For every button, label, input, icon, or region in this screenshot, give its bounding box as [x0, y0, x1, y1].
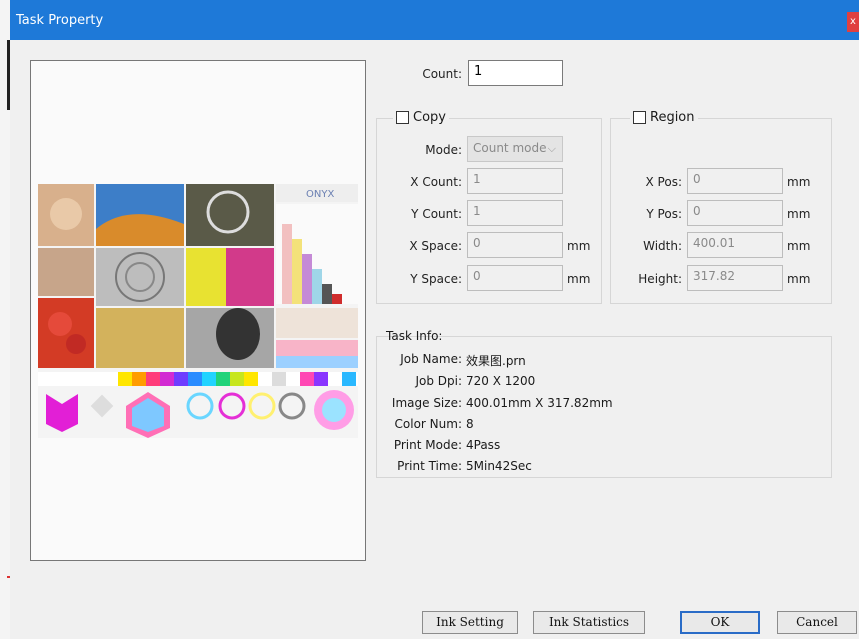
background-window-edge: [0, 0, 10, 639]
cancel-button[interactable]: Cancel: [777, 611, 857, 634]
y-space-label: Y Space:: [410, 272, 462, 286]
ink-setting-button[interactable]: Ink Setting: [422, 611, 518, 634]
x-pos-unit: mm: [787, 175, 811, 189]
y-space-unit: mm: [567, 272, 591, 286]
info-row-image-size: Image Size: 400.01mm X 317.82mm: [376, 396, 613, 410]
width-unit: mm: [787, 239, 811, 253]
task-property-dialog: ONYX Count: 1 Copy Mode: Count mode ⌵ X …: [10, 40, 859, 639]
width-label: Width:: [643, 239, 682, 253]
info-value: 400.01mm X 317.82mm: [466, 396, 613, 410]
y-pos-unit: mm: [787, 207, 811, 221]
region-group-title[interactable]: Region: [630, 110, 698, 125]
info-row-color-num: Color Num: 8: [376, 417, 474, 431]
info-key: Print Time:: [397, 459, 462, 473]
preview-thumbnail: ONYX: [38, 184, 358, 438]
window-title: Task Property: [16, 13, 104, 28]
y-count-input[interactable]: 1: [467, 200, 563, 226]
region-checkbox[interactable]: [633, 111, 646, 124]
info-value: 5Min42Sec: [466, 459, 532, 473]
info-row-print-mode: Print Mode: 4Pass: [376, 438, 500, 452]
info-row-job-dpi: Job Dpi: 720 X 1200: [376, 374, 535, 388]
info-value: 4Pass: [466, 438, 501, 452]
copy-label: Copy: [413, 110, 446, 125]
mode-label: Mode:: [425, 143, 462, 157]
region-label: Region: [650, 110, 695, 125]
copy-checkbox[interactable]: [396, 111, 409, 124]
count-label: Count:: [422, 67, 462, 81]
y-count-label: Y Count:: [411, 207, 462, 221]
y-pos-label: Y Pos:: [646, 207, 682, 221]
info-key: Job Name:: [400, 352, 462, 366]
info-row-job-name: Job Name: 效果图.prn: [376, 352, 526, 369]
height-input[interactable]: 317.82: [687, 265, 783, 291]
info-key: Print Mode:: [393, 438, 462, 452]
x-count-input[interactable]: 1: [467, 168, 563, 194]
mode-value: Count mode: [473, 141, 547, 155]
x-count-label: X Count:: [410, 175, 462, 189]
print-preview-panel: ONYX: [30, 60, 366, 561]
copy-group-title[interactable]: Copy: [393, 110, 449, 125]
close-button[interactable]: x: [847, 12, 859, 32]
count-input[interactable]: 1: [468, 60, 563, 86]
info-key: Image Size:: [391, 396, 462, 410]
y-space-input[interactable]: 0: [467, 265, 563, 291]
ok-button[interactable]: OK: [680, 611, 760, 634]
chevron-down-icon: ⌵: [547, 142, 556, 155]
info-value: 效果图.prn: [466, 354, 526, 368]
x-space-unit: mm: [567, 239, 591, 253]
title-bar[interactable]: Task Property x: [10, 0, 859, 40]
x-space-input[interactable]: 0: [467, 232, 563, 258]
info-key: Job Dpi:: [415, 374, 462, 388]
ink-statistics-button[interactable]: Ink Statistics: [533, 611, 645, 634]
height-label: Height:: [638, 272, 682, 286]
onyx-logo-text: ONYX: [306, 189, 334, 200]
x-pos-input[interactable]: 0: [687, 168, 783, 194]
task-info-title: Task Info:: [386, 329, 443, 343]
info-key: Color Num:: [394, 417, 462, 431]
x-space-label: X Space:: [409, 239, 462, 253]
y-pos-input[interactable]: 0: [687, 200, 783, 226]
height-unit: mm: [787, 272, 811, 286]
info-value: 8: [466, 417, 474, 431]
x-pos-label: X Pos:: [645, 175, 682, 189]
width-input[interactable]: 400.01: [687, 232, 783, 258]
info-row-print-time: Print Time: 5Min42Sec: [376, 459, 532, 473]
info-value: 720 X 1200: [466, 374, 536, 388]
mode-select[interactable]: Count mode ⌵: [467, 136, 563, 162]
